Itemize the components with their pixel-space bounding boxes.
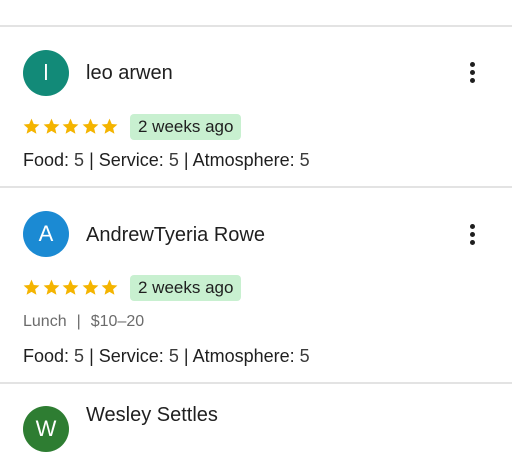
divider (0, 25, 512, 27)
separator: | (183, 150, 189, 170)
star-icon (82, 279, 98, 295)
more-vert-icon (469, 223, 475, 229)
meal-type: Lunch (23, 313, 67, 330)
separator: | (76, 313, 81, 330)
food-value: 5 (74, 346, 85, 366)
sub-ratings: Food: 5 | Service: 5 | Atmosphere: 5 (23, 345, 310, 367)
star-icon (43, 118, 59, 134)
divider (0, 382, 512, 384)
review-time-badge: 2 weeks ago (130, 275, 242, 301)
star-icon (62, 118, 79, 134)
separator: | (183, 346, 189, 366)
divider (0, 186, 512, 188)
more-options-button[interactable] (458, 58, 486, 86)
star-icon (43, 279, 59, 295)
service-value: 5 (168, 150, 179, 170)
food-label: Food: (23, 150, 70, 170)
star-icon (23, 118, 40, 134)
avatar[interactable]: l (23, 50, 69, 96)
separator: | (89, 150, 94, 170)
more-options-button[interactable] (458, 220, 486, 248)
star-icon (101, 279, 118, 295)
food-label: Food: (23, 346, 70, 366)
atmosphere-label: Atmosphere: (192, 150, 295, 170)
service-label: Service: (98, 150, 164, 170)
visit-meta: Lunch | $10–20 (23, 312, 144, 332)
star-icon (82, 118, 98, 134)
star-icon (101, 118, 118, 134)
atmosphere-label: Atmosphere: (192, 346, 295, 366)
star-icon (62, 279, 79, 295)
sub-ratings: Food: 5 | Service: 5 | Atmosphere: 5 (23, 149, 310, 171)
star-rating (22, 277, 120, 299)
more-vert-icon (469, 61, 475, 67)
service-value: 5 (168, 346, 179, 366)
star-icon (23, 279, 40, 295)
price-range: $10–20 (90, 313, 145, 330)
avatar[interactable]: A (23, 211, 69, 257)
reviewer-name[interactable]: leo arwen (86, 61, 173, 85)
reviewer-name[interactable]: AndrewTyeria Rowe (86, 223, 265, 247)
separator: | (89, 346, 94, 366)
food-value: 5 (74, 150, 85, 170)
review-time-badge: 2 weeks ago (130, 114, 242, 140)
reviewer-name[interactable]: Wesley Settles (86, 403, 218, 427)
star-rating (22, 116, 120, 138)
atmosphere-value: 5 (299, 150, 310, 170)
service-label: Service: (98, 346, 164, 366)
atmosphere-value: 5 (299, 346, 310, 366)
